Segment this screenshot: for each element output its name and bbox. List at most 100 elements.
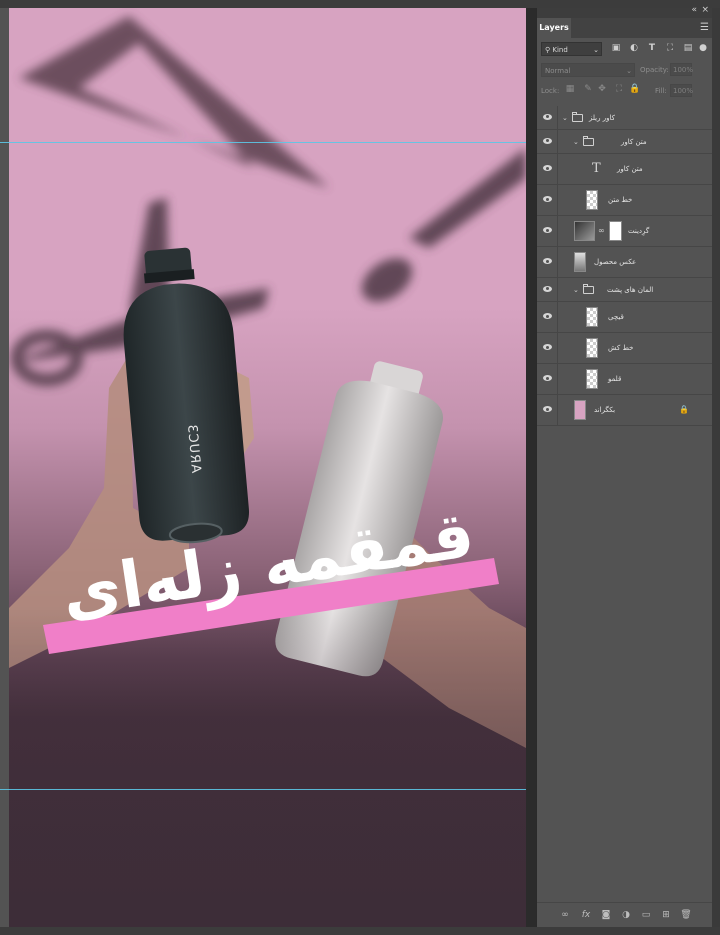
fill-label: Fill: bbox=[655, 87, 667, 95]
lock-icon: 🔒 bbox=[679, 405, 689, 414]
visibility-column bbox=[537, 333, 558, 363]
lock-all-icon[interactable]: 🔒 bbox=[629, 84, 640, 94]
eye-icon[interactable] bbox=[543, 344, 552, 350]
lock-row: Lock: ▦ ✎ ✥ ⛶ 🔒 Fill: 100% bbox=[537, 80, 713, 102]
panel-menu-icon[interactable]: ☰ bbox=[700, 23, 709, 33]
folder-icon bbox=[583, 135, 594, 146]
collapse-icon[interactable]: « bbox=[691, 5, 697, 15]
layer-row[interactable]: ⌄ المان های پشت bbox=[537, 278, 713, 302]
filter-shape-icon[interactable]: ⛶ bbox=[665, 43, 675, 53]
search-icon: ⚲ bbox=[545, 46, 551, 54]
eye-icon[interactable] bbox=[543, 227, 552, 233]
layer-thumbnail bbox=[586, 369, 598, 389]
blend-mode-select[interactable]: Normal ⌄ bbox=[541, 63, 635, 77]
window-top-bar bbox=[0, 0, 720, 8]
layer-thumbnail bbox=[574, 400, 586, 420]
visibility-column bbox=[537, 130, 558, 153]
lock-transparent-icon[interactable]: ▦ bbox=[565, 84, 575, 94]
chevron-down-icon[interactable]: ⌄ bbox=[562, 113, 568, 123]
filter-row: ⚲ Kind ⌄ ▣ ◐ T ⛶ ▤ ● bbox=[537, 38, 713, 60]
lock-artboard-icon[interactable]: ⛶ bbox=[614, 84, 624, 94]
layer-row[interactable]: بکگراند 🔒 bbox=[537, 395, 713, 426]
chevron-down-icon[interactable]: ⌄ bbox=[573, 137, 579, 147]
layer-row[interactable]: خط کش bbox=[537, 333, 713, 364]
layer-thumbnail bbox=[574, 252, 586, 272]
layer-row[interactable]: ∞ گرِدینت bbox=[537, 216, 713, 247]
link-icon[interactable]: ∞ bbox=[598, 226, 605, 236]
tab-layers[interactable]: Layers bbox=[537, 18, 571, 38]
layer-thumbnail bbox=[586, 190, 598, 210]
lock-move-icon[interactable]: ✥ bbox=[597, 84, 607, 94]
eye-icon[interactable] bbox=[543, 137, 552, 144]
visibility-column bbox=[537, 185, 558, 215]
eye-icon[interactable] bbox=[543, 113, 552, 120]
eye-icon[interactable] bbox=[543, 196, 552, 202]
layer-name: قیچی bbox=[608, 313, 624, 321]
lock-label: Lock: bbox=[541, 87, 560, 95]
mask-icon[interactable]: ◙ bbox=[600, 910, 612, 920]
chevron-down-icon: ⌄ bbox=[626, 67, 632, 75]
layer-name: گرِدینت bbox=[628, 227, 650, 235]
chevron-down-icon[interactable]: ⌄ bbox=[573, 285, 579, 295]
panel-collapse-bar: « × bbox=[537, 5, 713, 18]
triangle-ruler-shape bbox=[19, 16, 329, 188]
brush-shape bbox=[361, 148, 526, 302]
layer-thumbnail bbox=[586, 307, 598, 327]
window-bottom-bar bbox=[0, 927, 720, 935]
link-icon[interactable]: ∞ bbox=[559, 910, 571, 920]
layer-row[interactable]: T متن کاور bbox=[537, 154, 713, 185]
layer-name: متن کاور bbox=[621, 137, 647, 146]
filter-type-icon[interactable]: T bbox=[647, 43, 657, 53]
gradient-overlay bbox=[9, 608, 526, 927]
layer-row[interactable]: قیچی bbox=[537, 302, 713, 333]
visibility-column bbox=[537, 247, 558, 277]
folder-icon bbox=[572, 111, 583, 122]
layer-row[interactable]: خط متن bbox=[537, 185, 713, 216]
layer-row[interactable]: عکس محصول bbox=[537, 247, 713, 278]
text-layer-icon: T bbox=[592, 161, 601, 176]
eye-icon[interactable] bbox=[543, 165, 552, 171]
filter-smart-object-icon[interactable]: ▤ bbox=[683, 43, 693, 53]
filter-kind-select[interactable]: ⚲ Kind ⌄ bbox=[541, 42, 602, 56]
eye-icon[interactable] bbox=[543, 313, 552, 319]
layer-name: خط متن bbox=[608, 196, 633, 204]
filter-pixel-icon[interactable]: ▣ bbox=[611, 43, 621, 53]
canvas-edge bbox=[526, 8, 536, 927]
panel-footer: ∞ fx ◙ ◑ ▭ ⊞ 🗑 bbox=[537, 902, 713, 927]
close-panel-icon[interactable]: × bbox=[701, 5, 709, 15]
layers-list: ⌄ کاور ریلز ⌄ متن کاور T متن کاور خط متن… bbox=[537, 106, 713, 426]
lock-brush-icon[interactable]: ✎ bbox=[583, 84, 593, 94]
new-layer-icon[interactable]: ⊞ bbox=[660, 910, 672, 920]
eye-icon[interactable] bbox=[543, 285, 552, 292]
panel-tab-bar: Layers ☰ bbox=[537, 18, 713, 38]
blend-row: Normal ⌄ Opacity: 100% bbox=[537, 60, 713, 80]
opacity-input[interactable]: 100% bbox=[670, 63, 693, 76]
opacity-label: Opacity: bbox=[640, 66, 669, 74]
fx-icon[interactable]: fx bbox=[580, 910, 592, 920]
eye-icon[interactable] bbox=[543, 258, 552, 264]
visibility-column bbox=[537, 216, 558, 246]
new-group-icon[interactable]: ▭ bbox=[640, 910, 652, 920]
layer-row[interactable]: قلمو bbox=[537, 364, 713, 395]
layer-mask-thumbnail[interactable] bbox=[609, 221, 622, 241]
eye-icon[interactable] bbox=[543, 375, 552, 381]
filter-adjustment-icon[interactable]: ◐ bbox=[629, 43, 639, 53]
folder-icon bbox=[583, 283, 594, 294]
layer-row[interactable]: ⌄ کاور ریلز bbox=[537, 106, 713, 130]
panel-edge bbox=[712, 8, 720, 927]
layer-name: خط کش bbox=[608, 344, 634, 352]
filter-kind-label: Kind bbox=[552, 46, 568, 54]
eye-icon[interactable] bbox=[543, 406, 552, 412]
layer-name: متن کاور bbox=[617, 165, 643, 173]
blend-mode-value: Normal bbox=[545, 67, 571, 75]
layer-name: بکگراند bbox=[594, 406, 616, 414]
trash-icon[interactable]: 🗑 bbox=[680, 910, 692, 920]
layer-name: قلمو bbox=[608, 375, 622, 383]
layer-row[interactable]: ⌄ متن کاور bbox=[537, 130, 713, 154]
layer-thumbnail bbox=[586, 338, 598, 358]
visibility-column bbox=[537, 154, 558, 184]
fill-input[interactable]: 100% bbox=[670, 84, 693, 97]
adjustment-icon[interactable]: ◑ bbox=[620, 910, 632, 920]
filter-toggle-icon[interactable]: ● bbox=[698, 43, 708, 53]
chevron-down-icon: ⌄ bbox=[593, 46, 599, 54]
